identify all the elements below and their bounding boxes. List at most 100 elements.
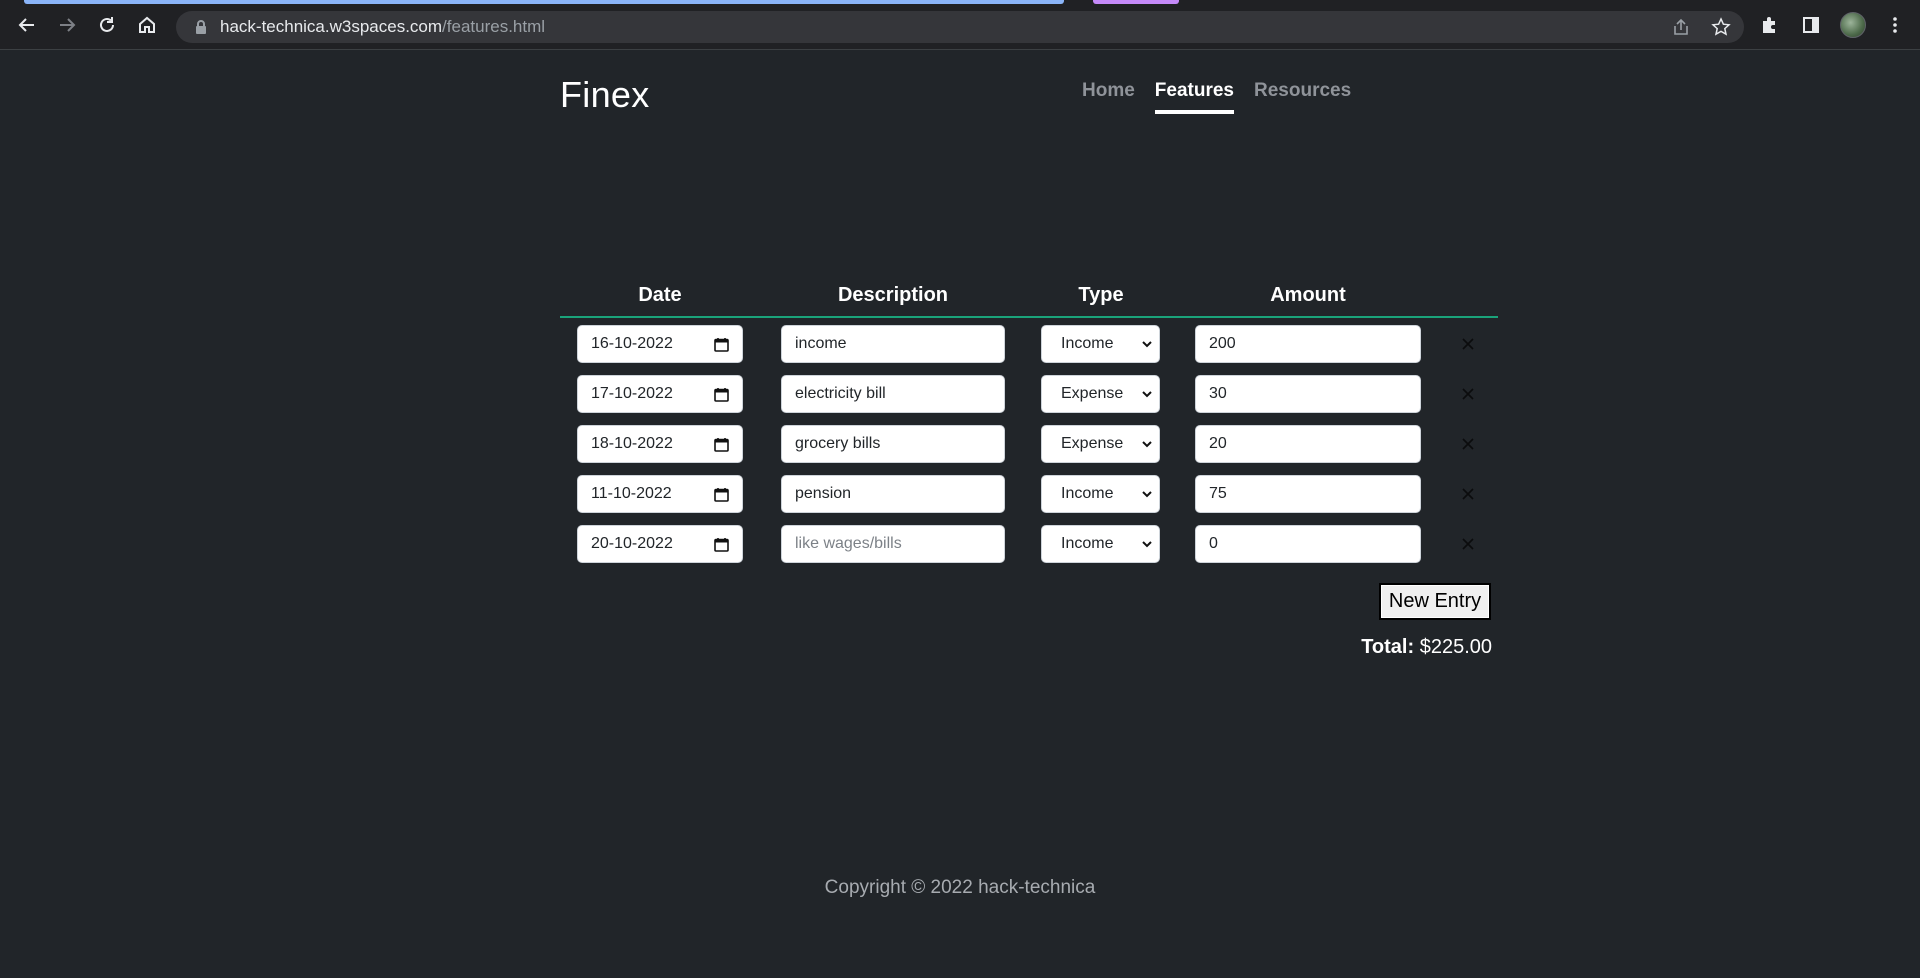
date-value: 11-10-2022: [591, 485, 672, 502]
ledger-table: Date Description Type Amount 16-10-2022 …: [560, 278, 1498, 568]
close-icon: [1462, 538, 1474, 550]
calendar-icon[interactable]: [714, 437, 729, 452]
date-input[interactable]: 20-10-2022: [577, 525, 743, 563]
amount-value: 75: [1209, 485, 1227, 502]
description-input[interactable]: pension: [781, 475, 1005, 513]
avatar: [1840, 12, 1866, 38]
type-value: Income: [1061, 335, 1114, 352]
nav-home[interactable]: Home: [1082, 80, 1135, 114]
remove-row-button[interactable]: [1458, 434, 1478, 454]
description-input[interactable]: like wages/bills: [781, 525, 1005, 563]
close-icon: [1462, 388, 1474, 400]
chevron-down-icon: [1142, 341, 1152, 348]
nav-features[interactable]: Features: [1154, 80, 1234, 114]
close-icon: [1462, 338, 1474, 350]
description-value: pension: [795, 485, 852, 502]
type-value: Income: [1061, 535, 1114, 552]
type-select[interactable]: Expense: [1041, 375, 1160, 413]
description-value: income: [795, 335, 847, 352]
table-row: 18-10-2022 grocery bills Expense 20: [560, 418, 1498, 468]
arrow-left-icon: [18, 18, 34, 32]
date-input[interactable]: 17-10-2022: [577, 375, 743, 413]
tab-indicator: [24, 0, 1064, 4]
description-input[interactable]: income: [781, 325, 1005, 363]
type-value: Expense: [1061, 385, 1124, 402]
table-row: 11-10-2022 pension Income 75: [560, 468, 1498, 518]
remove-row-button[interactable]: [1458, 534, 1478, 554]
type-select[interactable]: Expense: [1041, 425, 1160, 463]
total-value: $225.00: [1419, 636, 1492, 658]
table-body: 16-10-2022 income Income 200 17-10-2022 …: [560, 318, 1498, 568]
remove-row-button[interactable]: [1458, 334, 1478, 354]
close-icon: [1462, 438, 1474, 450]
close-icon: [1462, 488, 1474, 500]
type-value: Income: [1061, 485, 1114, 502]
lock-icon[interactable]: [192, 18, 210, 36]
kebab-menu-icon[interactable]: [1882, 12, 1908, 38]
remove-row-button[interactable]: [1458, 484, 1478, 504]
table-row: 16-10-2022 income Income 200: [560, 318, 1498, 368]
header-type: Type: [1078, 284, 1124, 306]
profile-avatar[interactable]: [1840, 12, 1866, 38]
date-value: 16-10-2022: [591, 335, 673, 352]
new-entry-button[interactable]: New Entry: [1379, 583, 1491, 620]
amount-input[interactable]: 0: [1195, 525, 1421, 563]
reload-button[interactable]: [94, 12, 120, 38]
date-value: 17-10-2022: [591, 385, 673, 402]
chevron-down-icon: [1142, 441, 1152, 448]
table-row: 17-10-2022 electricity bill Expense 30: [560, 368, 1498, 418]
description-input[interactable]: electricity bill: [781, 375, 1005, 413]
calendar-icon[interactable]: [714, 537, 729, 552]
date-value: 18-10-2022: [591, 435, 673, 452]
share-icon[interactable]: [1668, 14, 1694, 40]
reload-icon: [100, 17, 114, 32]
type-select[interactable]: Income: [1041, 525, 1160, 563]
url-text: hack-technica.w3spaces.com/features.html: [220, 17, 545, 37]
tab-indicator: [1093, 0, 1179, 4]
address-bar[interactable]: hack-technica.w3spaces.com/features.html: [176, 11, 1744, 43]
amount-input[interactable]: 75: [1195, 475, 1421, 513]
description-input[interactable]: grocery bills: [781, 425, 1005, 463]
type-value: Expense: [1061, 435, 1124, 452]
main-nav: Home Features Resources: [1082, 80, 1351, 114]
table-row: 20-10-2022 like wages/bills Income 0: [560, 518, 1498, 568]
browser-chrome: hack-technica.w3spaces.com/features.html: [0, 0, 1920, 50]
arrow-right-icon: [60, 18, 76, 32]
calendar-icon[interactable]: [714, 337, 729, 352]
amount-value: 0: [1209, 535, 1218, 552]
amount-value: 30: [1209, 385, 1227, 402]
calendar-icon[interactable]: [714, 387, 729, 402]
footer-copyright: Copyright © 2022 hack-technica: [824, 877, 1096, 898]
date-value: 20-10-2022: [591, 535, 673, 552]
chevron-down-icon: [1142, 391, 1152, 398]
type-select[interactable]: Income: [1041, 475, 1160, 513]
back-button[interactable]: [14, 12, 40, 38]
home-icon: [139, 16, 155, 33]
total-summary: Total: $225.00: [1361, 636, 1492, 659]
forward-button[interactable]: [54, 12, 80, 38]
amount-input[interactable]: 200: [1195, 325, 1421, 363]
nav-resources[interactable]: Resources: [1254, 80, 1351, 114]
calendar-icon[interactable]: [714, 487, 729, 502]
amount-input[interactable]: 20: [1195, 425, 1421, 463]
date-input[interactable]: 18-10-2022: [577, 425, 743, 463]
header-date: Date: [638, 284, 682, 306]
side-panel-icon[interactable]: [1798, 12, 1824, 38]
home-button[interactable]: [134, 12, 160, 38]
type-select[interactable]: Income: [1041, 325, 1160, 363]
amount-input[interactable]: 30: [1195, 375, 1421, 413]
url-path: /features.html: [442, 17, 546, 36]
date-input[interactable]: 16-10-2022: [577, 325, 743, 363]
remove-row-button[interactable]: [1458, 384, 1478, 404]
description-value: electricity bill: [795, 385, 886, 402]
header-amount: Amount: [1270, 284, 1346, 306]
date-input[interactable]: 11-10-2022: [577, 475, 743, 513]
puzzle-icon[interactable]: [1756, 12, 1782, 38]
chevron-down-icon: [1142, 491, 1152, 498]
header-description: Description: [837, 284, 949, 306]
star-icon[interactable]: [1708, 14, 1734, 40]
brand-logo[interactable]: Finex: [560, 74, 650, 116]
description-value: like wages/bills: [795, 535, 902, 552]
description-value: grocery bills: [795, 435, 881, 452]
chevron-down-icon: [1142, 541, 1152, 548]
